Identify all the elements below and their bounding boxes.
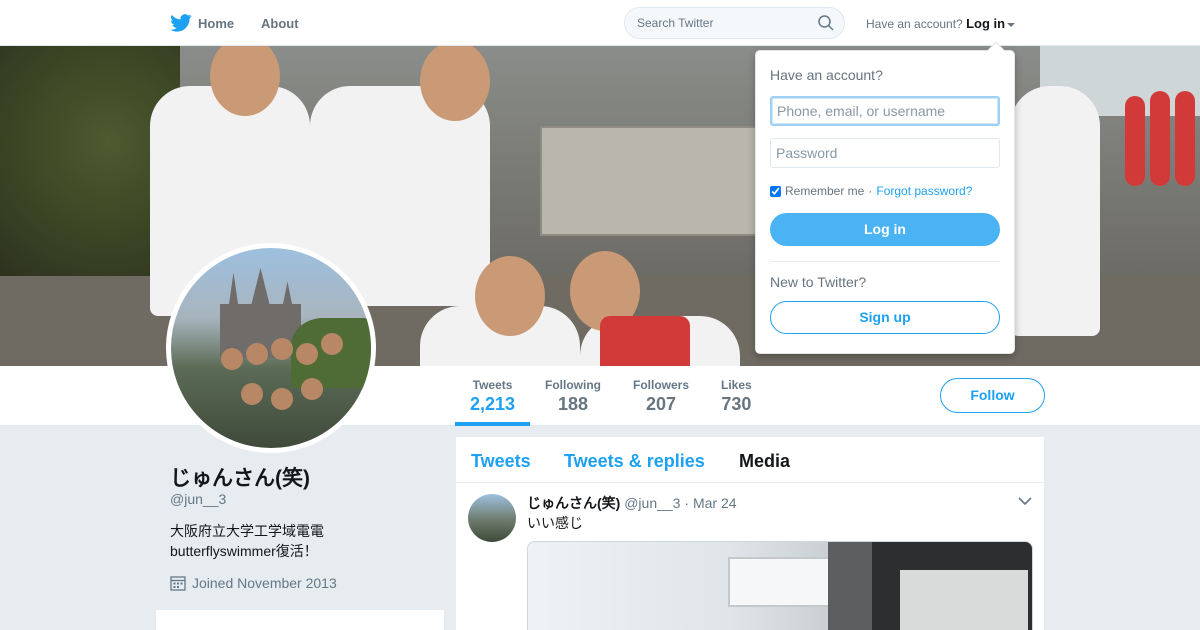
sidebar-card bbox=[156, 610, 444, 630]
active-stat-indicator bbox=[455, 422, 530, 426]
stat-label: Tweets bbox=[472, 378, 513, 392]
remember-me-checkbox[interactable] bbox=[770, 185, 781, 197]
stat-likes[interactable]: Likes 730 bbox=[721, 378, 752, 415]
stat-following[interactable]: Following 188 bbox=[545, 378, 601, 415]
tweet-author-name[interactable]: じゅんさん(笑) bbox=[527, 495, 620, 511]
username-input[interactable] bbox=[770, 96, 1000, 126]
tweet-date[interactable]: Mar 24 bbox=[693, 495, 737, 511]
caret-down-icon bbox=[1007, 22, 1016, 27]
tab-tweets-replies[interactable]: Tweets & replies bbox=[564, 451, 705, 472]
profile-joined-date: Joined November 2013 bbox=[170, 575, 337, 591]
stat-followers[interactable]: Followers 207 bbox=[633, 378, 689, 415]
search-icon[interactable] bbox=[818, 15, 834, 31]
remember-row: Remember me · Forgot password? bbox=[770, 184, 972, 198]
profile-avatar[interactable] bbox=[166, 243, 376, 453]
signup-button[interactable]: Sign up bbox=[770, 301, 1000, 334]
stat-label: Followers bbox=[633, 378, 690, 392]
search-input[interactable] bbox=[625, 8, 805, 38]
timeline-tabs: Tweets Tweets & replies Media bbox=[456, 437, 1044, 483]
profile-name[interactable]: じゅんさん(笑) bbox=[170, 462, 310, 492]
login-dropdown-title: Have an account? bbox=[770, 67, 883, 83]
chevron-down-icon[interactable] bbox=[1018, 496, 1032, 506]
login-prompt: Have an account? Log in bbox=[866, 16, 1016, 31]
top-nav: Home About Have an account? Log in bbox=[0, 0, 1200, 46]
timeline: Tweets Tweets & replies Media じゅんさん(笑) @… bbox=[456, 437, 1044, 630]
stat-tweets[interactable]: Tweets 2,213 bbox=[470, 378, 515, 415]
follow-button[interactable]: Follow bbox=[940, 378, 1045, 413]
password-input[interactable] bbox=[770, 138, 1000, 168]
remember-me-label[interactable]: Remember me bbox=[785, 184, 864, 198]
nav-home-link[interactable]: Home bbox=[170, 14, 234, 32]
search-box bbox=[624, 7, 845, 39]
profile-handle[interactable]: @jun__3 bbox=[170, 491, 226, 507]
bio-line: 大阪府立大学工学域電電 bbox=[170, 523, 324, 539]
login-menu-label: Log in bbox=[966, 16, 1006, 31]
login-dropdown: Have an account? Remember me · Forgot pa… bbox=[755, 41, 1015, 354]
stat-value: 207 bbox=[645, 394, 677, 414]
login-menu-link[interactable]: Log in bbox=[966, 16, 1016, 31]
stat-label: Following bbox=[545, 378, 601, 392]
have-account-text: Have an account? bbox=[866, 17, 963, 31]
tweet-author-handle[interactable]: @jun__3 bbox=[624, 495, 680, 511]
tab-tweets[interactable]: Tweets bbox=[471, 451, 531, 472]
nav-about-link[interactable]: About bbox=[261, 16, 299, 31]
new-to-twitter-text: New to Twitter? bbox=[770, 274, 867, 290]
tweet-separator: · bbox=[684, 495, 690, 511]
tweet-text: いい感じ bbox=[527, 515, 583, 531]
separator-dot: · bbox=[868, 184, 873, 198]
forgot-password-link[interactable]: Forgot password? bbox=[876, 184, 972, 198]
twitter-bird-icon bbox=[170, 14, 192, 32]
tweet[interactable]: じゅんさん(笑) @jun__3 · Mar 24 いい感じ bbox=[456, 484, 1044, 630]
joined-text: Joined November 2013 bbox=[192, 575, 337, 591]
tweet-avatar[interactable] bbox=[468, 494, 516, 542]
tweet-media-image[interactable] bbox=[527, 541, 1033, 630]
profile-bio: 大阪府立大学工学域電電 butterflyswimmer復活！ bbox=[170, 521, 324, 561]
nav-home-label: Home bbox=[198, 15, 235, 31]
tweet-header: じゅんさん(笑) @jun__3 · Mar 24 bbox=[527, 493, 737, 513]
stat-value: 730 bbox=[721, 394, 752, 414]
stat-value: 188 bbox=[557, 394, 589, 414]
divider bbox=[770, 261, 1000, 262]
bio-line: butterflyswimmer復活！ bbox=[170, 543, 318, 559]
calendar-icon bbox=[170, 576, 186, 591]
tab-media[interactable]: Media bbox=[739, 451, 790, 472]
stat-value: 2,213 bbox=[470, 394, 516, 414]
login-button[interactable]: Log in bbox=[770, 213, 1000, 246]
stat-label: Likes bbox=[721, 378, 752, 392]
